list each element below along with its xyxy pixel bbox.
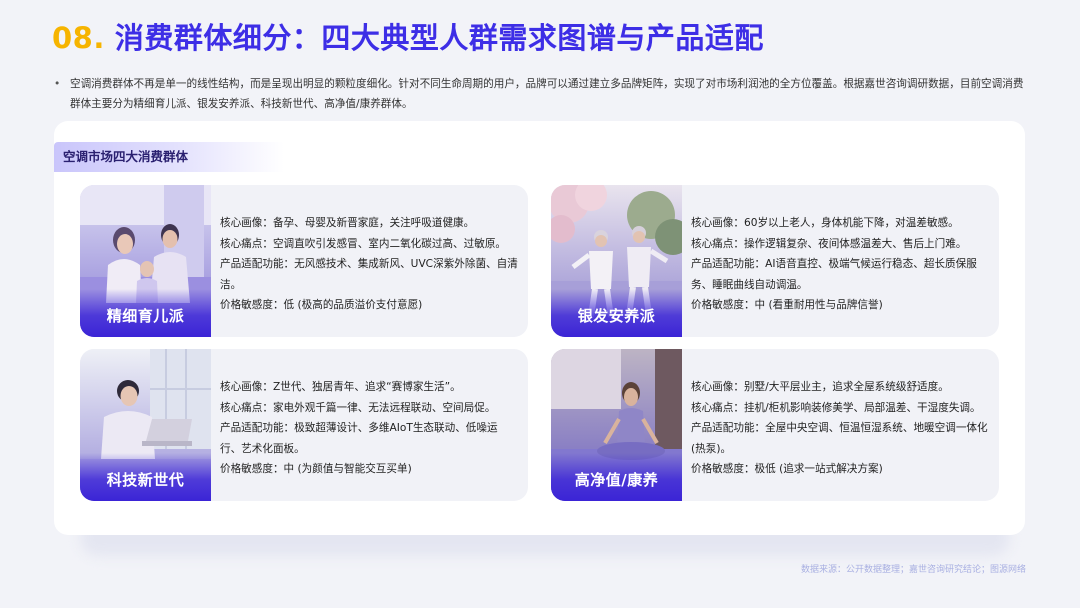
price-sensitivity-line: 价格敏感度：低 (极高的品质溢价支付意愿) xyxy=(220,299,423,311)
group-details: 核心画像：备孕、母婴及新晋家庭，关注呼吸道健康。 核心痛点：空调直吹引发感冒、室… xyxy=(220,213,518,316)
pain-point-line: 核心痛点：挂机/柜机影响装修美学、局部温差、干湿度失调。 xyxy=(691,401,981,414)
group-photo: 科技新世代 xyxy=(80,349,211,501)
group-name: 银发安养派 xyxy=(551,289,682,337)
group-card-elderly: 银发安养派 核心画像：60岁以上老人，身体机能下降，对温差敏感。 核心痛点：操作… xyxy=(551,185,999,337)
profile-line: 核心画像：Z世代、独居青年、追求“赛博家生活”。 xyxy=(220,381,461,393)
intro-paragraph: • 空调消费群体不再是单一的线性结构，而是呈现出明显的颗粒度细化。针对不同生命周… xyxy=(54,74,1030,114)
title-text: 消费群体细分：四大典型人群需求图谱与产品适配 xyxy=(114,21,764,55)
group-details: 核心画像：Z世代、独居青年、追求“赛博家生活”。 核心痛点：家电外观千篇一律、无… xyxy=(220,377,518,480)
profile-line: 核心画像：60岁以上老人，身体机能下降，对温差敏感。 xyxy=(691,217,959,229)
group-photo: 高净值/康养 xyxy=(551,349,682,501)
group-card-genz: 科技新世代 核心画像：Z世代、独居青年、追求“赛博家生活”。 核心痛点：家电外观… xyxy=(80,349,528,501)
pain-point-line: 核心痛点：空调直吹引发感冒、室内二氧化碳过高、过敏原。 xyxy=(220,237,507,250)
profile-line: 核心画像：备孕、母婴及新晋家庭，关注呼吸道健康。 xyxy=(220,217,475,229)
features-line: 产品适配功能：AI语音直控、极端气候运行稳态、超长质保服务、睡眠曲线自动调温。 xyxy=(691,258,977,291)
price-sensitivity-line: 价格敏感度：中 (看重耐用性与品牌信誉) xyxy=(691,299,883,311)
page-title: 08. 消费群体细分：四大典型人群需求图谱与产品适配 xyxy=(52,16,764,60)
pain-point-line: 核心痛点：家电外观千篇一律、无法远程联动、空间局促。 xyxy=(220,401,496,414)
features-line: 产品适配功能：全屋中央空调、恒温恒湿系统、地暖空调一体化(热泵)。 xyxy=(691,422,988,455)
profile-line: 核心画像：别墅/大平层业主，追求全屋系统级舒适度。 xyxy=(691,381,949,393)
section-number: 08. xyxy=(52,21,105,55)
group-photo: 精细育儿派 xyxy=(80,185,211,337)
group-photo: 银发安养派 xyxy=(551,185,682,337)
panel-label: 空调市场四大消费群体 xyxy=(54,142,284,172)
features-line: 产品适配功能：极致超薄设计、多维AIoT生态联动、低噪运行、艺术化面板。 xyxy=(220,422,498,455)
group-name: 科技新世代 xyxy=(80,453,211,501)
group-card-high-net-worth: 高净值/康养 核心画像：别墅/大平层业主，追求全屋系统级舒适度。 核心痛点：挂机… xyxy=(551,349,999,501)
group-details: 核心画像：60岁以上老人，身体机能下降，对温差敏感。 核心痛点：操作逻辑复杂、夜… xyxy=(691,213,989,316)
intro-text: 空调消费群体不再是单一的线性结构，而是呈现出明显的颗粒度细化。针对不同生命周期的… xyxy=(70,78,1024,110)
bullet-dot: • xyxy=(54,78,61,90)
group-card-parenting: 精细育儿派 核心画像：备孕、母婴及新晋家庭，关注呼吸道健康。 核心痛点：空调直吹… xyxy=(80,185,528,337)
price-sensitivity-line: 价格敏感度：极低 (追求一站式解决方案) xyxy=(691,463,883,475)
data-source-note: 数据来源：公开数据整理；嘉世咨询研究结论；图源网络 xyxy=(800,565,1026,575)
group-details: 核心画像：别墅/大平层业主，追求全屋系统级舒适度。 核心痛点：挂机/柜机影响装修… xyxy=(691,377,989,480)
group-name: 高净值/康养 xyxy=(551,453,682,501)
pain-point-line: 核心痛点：操作逻辑复杂、夜间体感温差大、售后上门难。 xyxy=(691,237,967,250)
features-line: 产品适配功能：无风感技术、集成新风、UVC深紫外除菌、自清洁。 xyxy=(220,258,518,291)
price-sensitivity-line: 价格敏感度：中 (为颜值与智能交互买单) xyxy=(220,463,412,475)
groups-panel: 空调市场四大消费群体 精细育儿派 核心画像：备孕、母婴及新晋家庭，关注呼吸道健康… xyxy=(54,121,1025,535)
group-name: 精细育儿派 xyxy=(80,289,211,337)
